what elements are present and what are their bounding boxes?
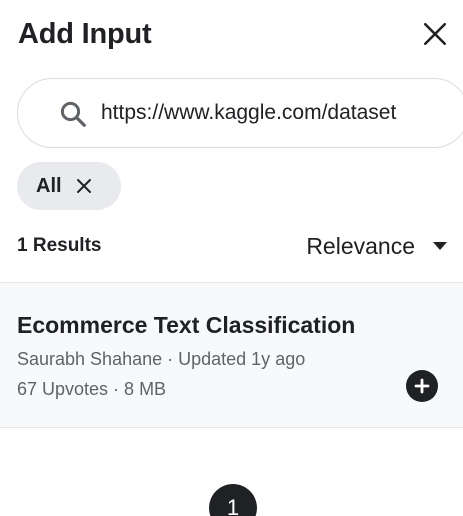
dataset-result-item[interactable]: Ecommerce Text Classification Saurabh Sh… <box>0 282 463 428</box>
filter-chip-all[interactable]: All <box>17 162 121 210</box>
add-input-panel: Add Input All 1 Results Relevance <box>0 0 463 516</box>
sort-label: Relevance <box>306 232 415 259</box>
filter-chip-label: All <box>36 174 62 197</box>
close-button[interactable] <box>417 16 453 52</box>
result-author-updated: Saurabh Shahane · Updated 1y ago <box>17 349 306 369</box>
result-title[interactable]: Ecommerce Text Classification <box>17 311 355 339</box>
add-dataset-button[interactable] <box>406 370 438 402</box>
plus-icon <box>414 378 430 394</box>
results-count: 1 Results <box>17 235 102 256</box>
result-stats: 67 Upvotes · 8 MB <box>17 379 167 399</box>
pagination-page-button[interactable]: 1 <box>209 484 257 516</box>
close-icon <box>423 22 447 46</box>
panel-title: Add Input <box>18 18 152 50</box>
search-input[interactable] <box>101 79 461 147</box>
sort-dropdown[interactable]: Relevance <box>306 229 447 263</box>
search-box[interactable] <box>17 78 463 148</box>
remove-filter-icon[interactable] <box>74 176 94 196</box>
panel-header: Add Input <box>18 14 463 54</box>
search-icon <box>60 101 86 127</box>
dropdown-arrow-icon <box>433 239 447 253</box>
